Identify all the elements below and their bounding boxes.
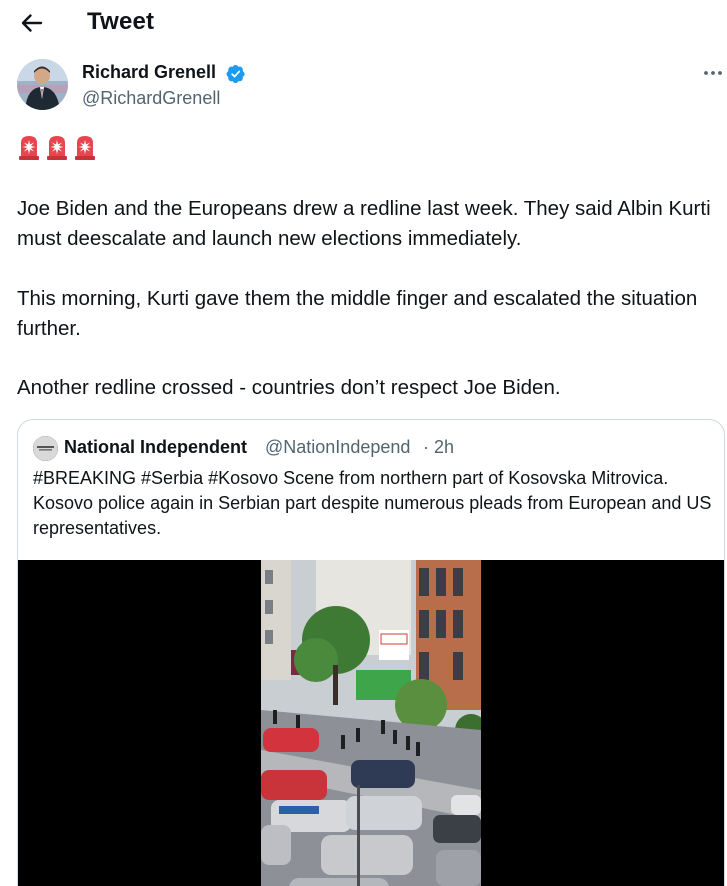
siren-emoji-icon — [75, 136, 95, 160]
arrow-left-icon — [21, 14, 43, 32]
quoted-media-container — [18, 560, 724, 886]
quoted-author-handle: @NationIndepend — [265, 437, 411, 457]
tweet-paragraph: Another redline crossed - countries don’… — [17, 376, 561, 399]
author-name[interactable]: Richard Grenell — [82, 62, 216, 83]
back-button[interactable] — [14, 6, 48, 40]
more-horizontal-icon — [704, 71, 722, 75]
author-handle[interactable]: @RichardGrenell — [82, 88, 220, 109]
quoted-author-avatar — [33, 436, 58, 461]
header-bar: Tweet — [0, 0, 727, 46]
quoted-timestamp: · 2h — [423, 437, 455, 457]
more-options-button[interactable] — [700, 62, 726, 84]
tweet-paragraph: Joe Biden and the Europeans drew a redli… — [17, 197, 711, 250]
siren-emoji-row — [17, 133, 97, 161]
tweet-page: Tweet Richard Grenell @RichardGrenell Jo… — [0, 0, 727, 886]
quoted-tweet-card[interactable]: National Independent @NationIndepend · 2… — [17, 419, 725, 886]
quoted-tweet-text: #BREAKING #Serbia #Kosovo Scene from nor… — [33, 468, 712, 538]
tweet-paragraph: This morning, Kurti gave them the middle… — [17, 287, 698, 340]
author-avatar[interactable] — [17, 59, 68, 110]
page-title: Tweet — [87, 8, 155, 35]
verified-badge-icon — [226, 65, 245, 83]
siren-emoji-icon — [19, 136, 39, 160]
street-scene-video-frame — [261, 560, 481, 886]
siren-emoji-icon — [47, 136, 67, 160]
video-player[interactable] — [261, 560, 481, 886]
quoted-author-name: National Independent — [64, 437, 248, 457]
